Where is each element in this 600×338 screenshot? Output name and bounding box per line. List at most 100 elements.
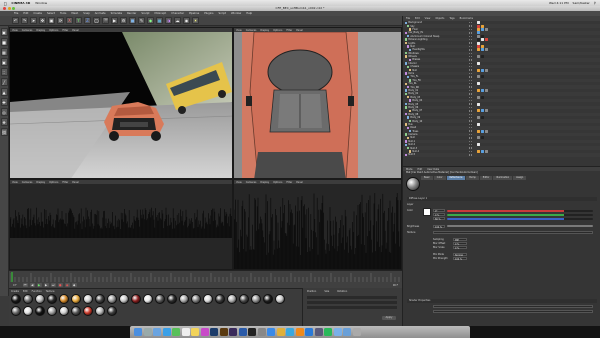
polygons-mode-icon[interactable]: ▲ — [0, 88, 8, 96]
menu-render[interactable]: Render — [127, 12, 136, 15]
menu-plugins[interactable]: Plugins — [204, 12, 213, 15]
timeline[interactable] — [9, 270, 402, 283]
safari-icon[interactable] — [162, 328, 171, 336]
color-swatch[interactable] — [423, 208, 431, 216]
keyframe-icon[interactable]: ◆ — [71, 283, 77, 287]
coord-field-y[interactable] — [307, 301, 397, 304]
visibility-dots[interactable] — [469, 76, 473, 78]
menu-mograph[interactable]: MoGraph — [154, 12, 166, 15]
aftereffects-icon[interactable] — [229, 328, 237, 336]
menu-pipeline[interactable]: Pipeline — [189, 12, 199, 15]
object-menu-file[interactable]: File — [406, 17, 410, 20]
visibility-dot[interactable] — [470, 21, 473, 24]
make-editable-icon[interactable]: ▣ — [0, 28, 8, 36]
visibility-dots[interactable] — [469, 32, 473, 34]
material-swatch[interactable] — [119, 294, 129, 304]
tab-reflectance[interactable]: Reflectance — [446, 176, 466, 180]
visibility-dots[interactable] — [469, 127, 473, 129]
visibility-dots[interactable] — [469, 103, 473, 105]
material-menu-create[interactable]: Create — [11, 290, 19, 293]
visibility-dots[interactable] — [469, 59, 473, 61]
coord-system-icon[interactable]: ◯ — [93, 17, 100, 24]
visibility-dot[interactable] — [470, 35, 473, 37]
window-menu[interactable]: Window — [35, 1, 47, 5]
visibility-dots[interactable] — [469, 66, 473, 68]
viewport-top[interactable]: View Cameras Display Options Filter Pane… — [233, 27, 402, 179]
lock-icon[interactable]: ⛓ — [0, 128, 8, 136]
messages-icon[interactable] — [172, 328, 180, 336]
material-swatch[interactable] — [83, 294, 93, 304]
mix-strength-field[interactable]: 100 % — [453, 256, 467, 261]
x-axis-icon[interactable]: X — [66, 17, 73, 24]
tab-bump[interactable]: Bump — [466, 176, 479, 180]
spotify-icon[interactable] — [324, 328, 332, 336]
object-menu-objects[interactable]: Objects — [435, 17, 444, 20]
scene-icon[interactable]: ☁ — [174, 17, 181, 24]
right-scene[interactable] — [10, 184, 232, 269]
visibility-dots[interactable] — [469, 120, 473, 122]
z-axis-icon[interactable]: Z — [84, 17, 91, 24]
visibility-dot[interactable] — [470, 79, 473, 82]
snap-icon[interactable]: ❖ — [0, 118, 8, 126]
menu-select[interactable]: Select — [47, 12, 55, 15]
axis-mode-icon[interactable]: ✚ — [0, 98, 8, 106]
visibility-dot[interactable] — [470, 154, 473, 156]
visibility-dot[interactable] — [470, 110, 473, 112]
visibility-dot[interactable] — [470, 147, 473, 149]
visibility-dots[interactable] — [469, 79, 473, 82]
material-swatch[interactable] — [263, 294, 273, 304]
menu-create[interactable]: Create — [33, 12, 42, 15]
trash-icon[interactable] — [352, 328, 361, 336]
folder-icon[interactable] — [333, 328, 342, 336]
visibility-dot[interactable] — [470, 137, 473, 139]
material-swatch[interactable] — [215, 294, 225, 304]
rotate-icon[interactable]: ⟳ — [57, 17, 64, 24]
visibility-dots[interactable] — [469, 69, 473, 71]
shader-path-field[interactable] — [433, 305, 593, 308]
visibility-dots[interactable] — [469, 154, 473, 156]
visibility-dot[interactable] — [470, 120, 473, 122]
visibility-dot[interactable] — [470, 86, 473, 88]
object-row[interactable]: Null.5 — [403, 153, 600, 157]
menu-help[interactable]: Help — [246, 12, 252, 15]
brightness-slider[interactable] — [447, 225, 593, 228]
visibility-dot[interactable] — [470, 103, 473, 105]
material-swatch[interactable] — [35, 306, 45, 316]
visibility-dot[interactable] — [470, 66, 473, 68]
visibility-dot[interactable] — [470, 49, 473, 51]
terminal-icon[interactable] — [248, 328, 256, 336]
visibility-dots[interactable] — [469, 106, 473, 109]
apple-icon[interactable]:  — [4, 1, 6, 6]
coord-field-x[interactable] — [307, 296, 397, 299]
photoshop-icon[interactable] — [210, 328, 218, 336]
material-swatch[interactable] — [71, 306, 81, 316]
material-swatch[interactable] — [83, 306, 93, 316]
visibility-dots[interactable] — [469, 55, 473, 58]
object-menu-view[interactable]: View — [425, 17, 431, 20]
tab-editor[interactable]: Editor — [479, 176, 493, 180]
saturation-field[interactable]: 0 % — [433, 213, 445, 217]
visibility-dots[interactable] — [469, 116, 473, 119]
spotlight-icon[interactable]: ⚲ — [594, 1, 596, 5]
go-end-icon[interactable]: ⏭ — [50, 283, 56, 287]
tab-assign[interactable]: Assign — [513, 176, 527, 180]
visibility-dot[interactable] — [470, 72, 473, 75]
material-swatch[interactable] — [35, 294, 45, 304]
visibility-dot[interactable] — [470, 89, 473, 92]
tab-basic[interactable]: Basic — [421, 176, 433, 180]
visibility-dot[interactable] — [470, 144, 473, 146]
visibility-dots[interactable] — [469, 21, 473, 24]
quicktime-icon[interactable] — [314, 328, 323, 336]
shader-path-field-2[interactable] — [433, 310, 593, 313]
visibility-dot[interactable] — [470, 116, 473, 119]
visibility-dot[interactable] — [470, 83, 473, 85]
visibility-dot[interactable] — [470, 25, 473, 27]
user-name[interactable]: Sam/Kaster — [573, 1, 590, 5]
material-swatch[interactable] — [107, 294, 117, 304]
render-settings-icon[interactable]: ⚙ — [120, 17, 127, 24]
coord-field-z[interactable] — [307, 306, 397, 309]
material-swatch[interactable] — [47, 306, 57, 316]
skype-icon[interactable] — [286, 328, 294, 336]
visibility-dots[interactable] — [469, 137, 473, 139]
section-header[interactable]: Diffuse Layer 1 — [407, 197, 597, 201]
